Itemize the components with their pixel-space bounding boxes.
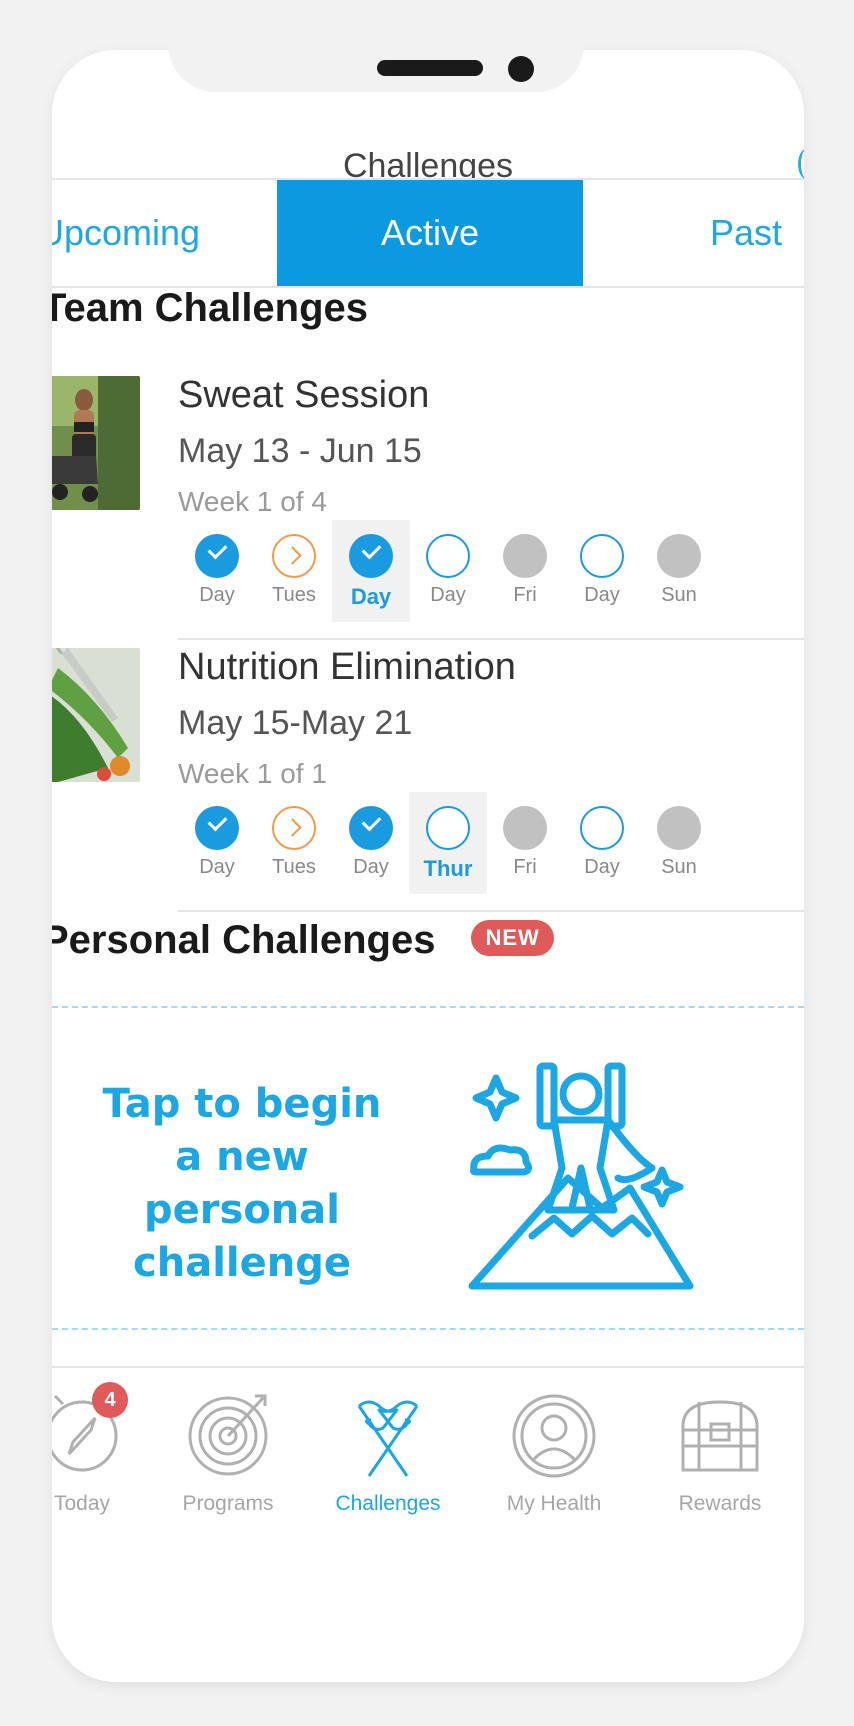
nav-label: My Health <box>506 1492 602 1515</box>
page-title: Challenges <box>342 147 514 178</box>
day-item[interactable]: Tues <box>255 792 333 894</box>
team-challenges-heading: Team Challenges <box>52 286 369 330</box>
day-item-selected[interactable]: Day <box>332 520 410 622</box>
phone-camera <box>508 56 534 82</box>
tab-upcoming[interactable]: Upcoming <box>52 180 270 286</box>
phone-speaker <box>377 60 483 76</box>
nav-my-health[interactable]: My Health <box>484 1384 624 1524</box>
challenge-tabs: Upcoming Active Past <box>52 180 804 288</box>
chevron-right-icon <box>272 534 316 578</box>
phone-screen: Challenges Upcoming Active Past Team Cha… <box>52 50 804 1682</box>
day-item[interactable]: Fri <box>486 520 564 622</box>
day-item[interactable]: Day <box>178 520 256 622</box>
day-label: Tues <box>272 584 316 606</box>
day-label: Day <box>430 584 466 606</box>
empty-circle-icon <box>580 806 624 850</box>
day-item-selected[interactable]: Thur <box>409 792 487 894</box>
day-item[interactable]: Sun <box>640 792 718 894</box>
nav-rewards[interactable]: Rewards <box>650 1384 790 1524</box>
notification-badge: 4 <box>92 1382 128 1418</box>
new-badge: NEW <box>471 920 554 957</box>
disabled-circle-icon <box>503 806 547 850</box>
day-item[interactable]: Sun <box>640 520 718 622</box>
nav-programs[interactable]: Programs <box>158 1384 298 1524</box>
challenge-card-sweat-session[interactable]: Sweat Session May 13 - Jun 15 Week 1 of … <box>52 368 804 640</box>
new-personal-challenge-card[interactable]: Tap to begin a new personal challenge <box>52 1006 804 1330</box>
day-label: Day <box>199 584 235 606</box>
nav-challenges[interactable]: Challenges <box>318 1384 458 1524</box>
day-label: Day <box>199 856 235 878</box>
day-tracker: Day Tues Day Day Fri Day Sun <box>178 520 738 622</box>
challenge-name: Nutrition Elimination <box>178 646 516 688</box>
challenge-thumbnail <box>52 648 140 782</box>
target-icon <box>188 1394 268 1476</box>
day-label: Fri <box>513 856 537 878</box>
day-label: Day <box>584 584 620 606</box>
empty-circle-icon <box>580 534 624 578</box>
nav-label: Today <box>53 1492 111 1515</box>
dashed-border-bottom <box>52 1328 804 1330</box>
dashed-border-top <box>52 1006 804 1008</box>
day-item[interactable]: Day <box>332 792 410 894</box>
day-label: Thur <box>423 856 473 881</box>
day-label: Fri <box>513 584 537 606</box>
challenge-dates: May 13 - Jun 15 <box>178 432 422 470</box>
tab-active[interactable]: Active <box>277 180 583 286</box>
day-item[interactable]: Day <box>563 792 641 894</box>
face-icon <box>512 1394 596 1478</box>
treasure-chest-icon <box>681 1400 759 1472</box>
empty-circle-icon <box>426 806 470 850</box>
day-label: Day <box>353 856 389 878</box>
day-item[interactable]: Tues <box>255 520 333 622</box>
nav-label: Programs <box>182 1492 274 1515</box>
summit-hero-icon <box>468 1062 694 1290</box>
disabled-circle-icon <box>657 534 701 578</box>
bottom-navigation: 4 Today Programs Challenges My Health Re… <box>52 1366 804 1682</box>
row-divider <box>178 910 804 912</box>
personal-challenges-title: Personal Challenges <box>52 918 436 962</box>
challenge-card-nutrition-elimination[interactable]: Nutrition Elimination May 15-May 21 Week… <box>52 640 804 912</box>
check-icon <box>195 806 239 850</box>
day-item[interactable]: Day <box>563 520 641 622</box>
check-icon <box>195 534 239 578</box>
challenge-thumbnail <box>52 376 140 510</box>
nav-label: Challenges <box>335 1492 441 1515</box>
disabled-circle-icon <box>503 534 547 578</box>
day-label: Sun <box>661 856 697 878</box>
disabled-circle-icon <box>657 806 701 850</box>
challenge-name: Sweat Session <box>178 374 430 416</box>
day-item[interactable]: Fri <box>486 792 564 894</box>
check-icon <box>349 806 393 850</box>
day-label: Sun <box>661 584 697 606</box>
nav-label: Rewards <box>678 1492 762 1515</box>
challenge-dates: May 15-May 21 <box>178 704 413 742</box>
day-label: Tues <box>272 856 316 878</box>
day-item[interactable]: Day <box>178 792 256 894</box>
new-challenge-prompt: Tap to begin a new personal challenge <box>102 1081 382 1286</box>
challenge-week: Week 1 of 1 <box>178 758 327 789</box>
nav-today[interactable]: 4 Today <box>52 1382 152 1524</box>
day-tracker: Day Tues Day Thur Fri Day Sun <box>178 792 738 894</box>
personal-challenges-heading: Personal Challenges NEW <box>52 918 554 963</box>
chevron-right-icon <box>272 806 316 850</box>
flags-icon <box>357 1400 419 1477</box>
challenge-week: Week 1 of 4 <box>178 486 327 517</box>
day-item[interactable]: Day <box>409 520 487 622</box>
empty-circle-icon <box>426 534 470 578</box>
tab-past[interactable]: Past <box>612 180 782 286</box>
day-label: Day <box>350 584 392 609</box>
check-icon <box>349 534 393 578</box>
day-label: Day <box>584 856 620 878</box>
